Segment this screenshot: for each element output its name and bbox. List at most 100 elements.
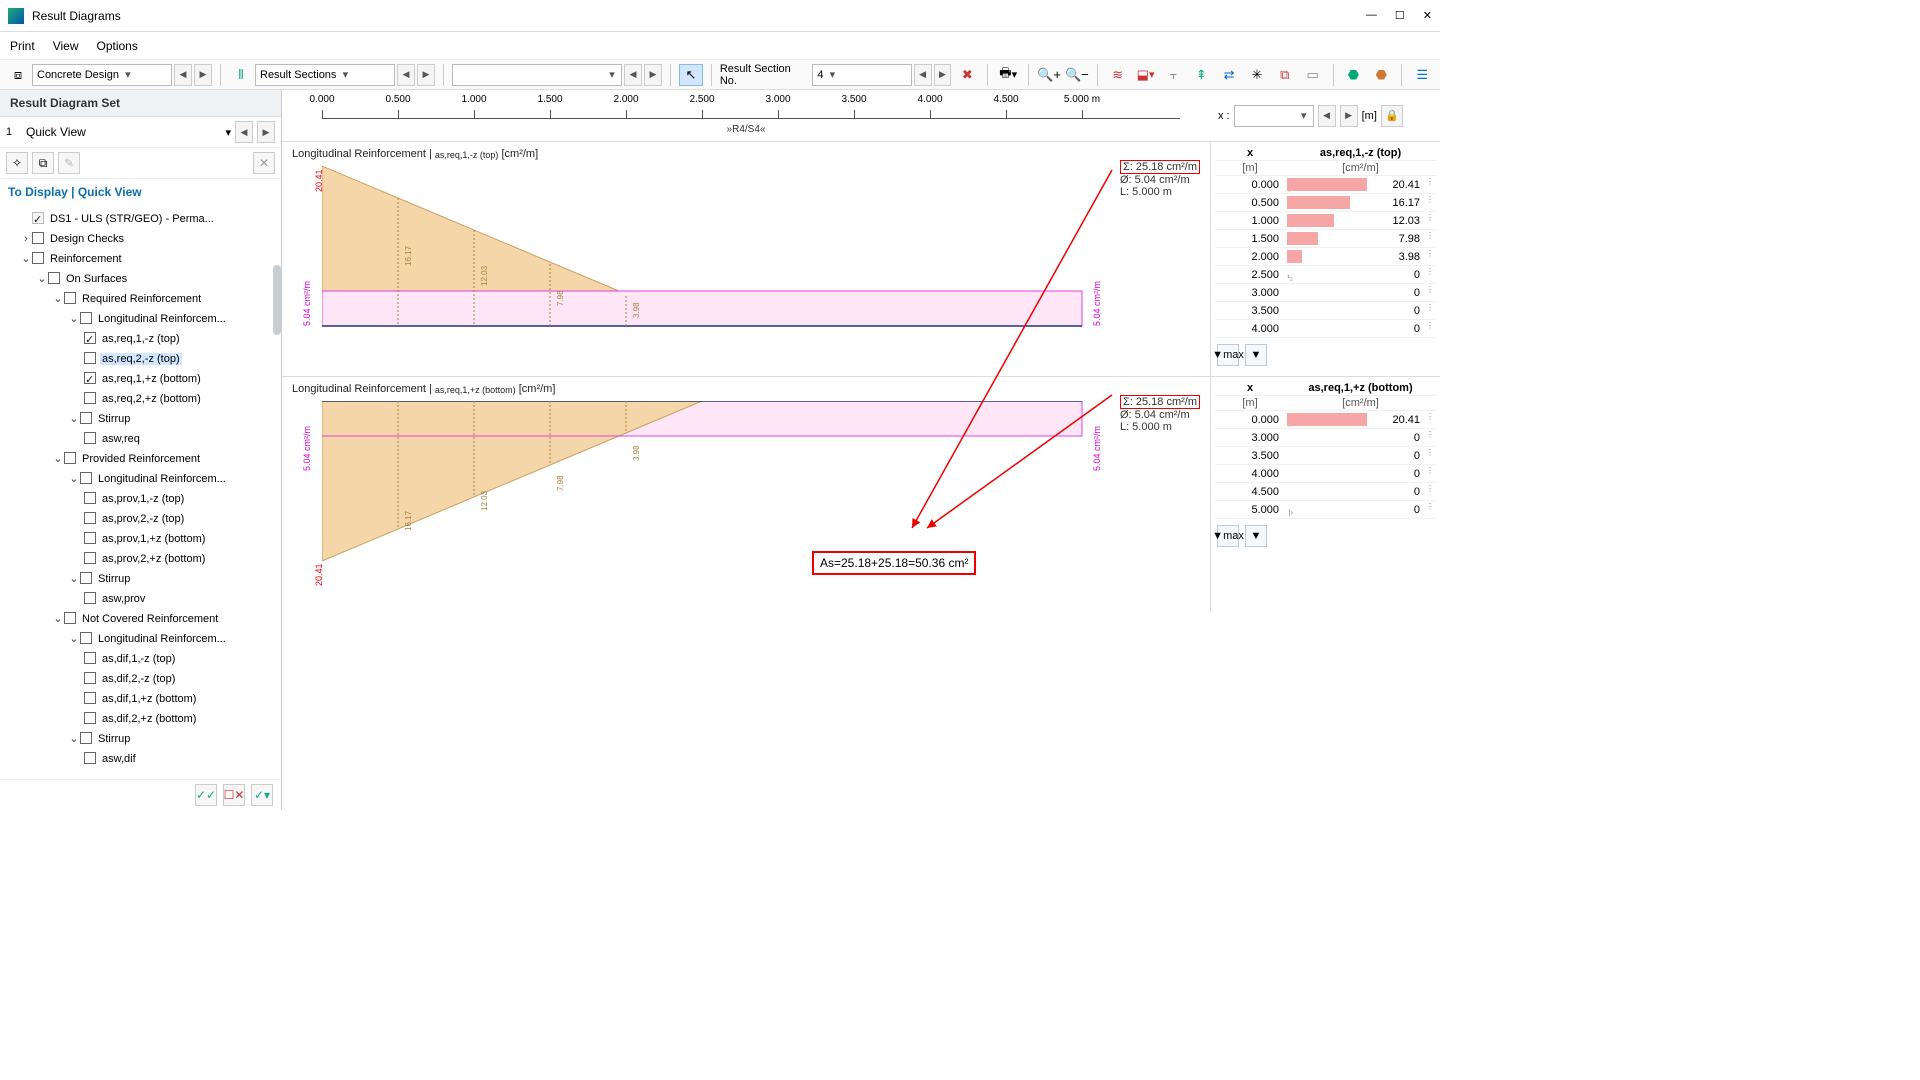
section-prev-button[interactable]: ◀: [914, 64, 932, 86]
funnel-button[interactable]: ▼: [1245, 525, 1267, 547]
tool-g-icon[interactable]: ⧉: [1273, 64, 1297, 86]
maximize-button[interactable]: ☐: [1395, 9, 1405, 22]
checkbox[interactable]: [80, 572, 92, 584]
checkbox[interactable]: [84, 492, 96, 504]
tree-stirrup-p[interactable]: Stirrup: [96, 573, 130, 585]
quickview-select[interactable]: [26, 125, 221, 139]
checkbox[interactable]: [80, 472, 92, 484]
section-next-button[interactable]: ▶: [934, 64, 952, 86]
table-row[interactable]: 3.5000⋮: [1215, 447, 1436, 465]
table-row[interactable]: 5.000|›0⋮: [1215, 501, 1436, 519]
table-row[interactable]: 1.5007.98⋮: [1215, 230, 1436, 248]
checkbox[interactable]: [84, 652, 96, 664]
empty-prev-button[interactable]: ◀: [624, 64, 642, 86]
checkbox[interactable]: [84, 512, 96, 524]
tree-p2[interactable]: as,prov,2,-z (top): [100, 513, 184, 525]
zoom-out-icon[interactable]: 🔍−: [1065, 64, 1089, 86]
tree-on-surfaces[interactable]: On Surfaces: [64, 273, 127, 285]
table-row[interactable]: 3.0000⋮: [1215, 429, 1436, 447]
funnel-button[interactable]: ▼: [1245, 344, 1267, 366]
checkbox[interactable]: [84, 392, 96, 404]
tree-d1[interactable]: as,dif,1,-z (top): [100, 653, 175, 665]
tool-a-icon[interactable]: ≋: [1106, 64, 1130, 86]
checkbox[interactable]: [80, 632, 92, 644]
checkbox[interactable]: [64, 612, 76, 624]
checkbox[interactable]: [80, 412, 92, 424]
tool-k-icon[interactable]: ☰: [1410, 64, 1434, 86]
table-row[interactable]: 4.0000⋮: [1215, 465, 1436, 483]
tree-asw-req[interactable]: asw,req: [100, 433, 140, 445]
tree-d4[interactable]: as,dif,2,+z (bottom): [100, 713, 196, 725]
table-row[interactable]: 4.5000⋮: [1215, 483, 1436, 501]
checkbox[interactable]: [80, 312, 92, 324]
tree-asw-dif[interactable]: asw,dif: [100, 753, 136, 765]
tool-e-icon[interactable]: ⇄: [1217, 64, 1241, 86]
caret-icon[interactable]: ⌄: [52, 449, 64, 469]
tree-reinf[interactable]: Reinforcement: [48, 253, 122, 265]
close-button[interactable]: ✕: [1423, 9, 1432, 22]
checkbox[interactable]: [84, 332, 96, 344]
zoom-in-icon[interactable]: 🔍+: [1037, 64, 1061, 86]
copy-button[interactable]: ⧉: [32, 152, 54, 174]
tree-provided[interactable]: Provided Reinforcement: [80, 453, 200, 465]
caret-icon[interactable]: ›: [20, 229, 32, 249]
sections-select[interactable]: Result Sections ▾: [255, 64, 395, 86]
table-row[interactable]: 0.000|›20.41⋮: [1215, 176, 1436, 194]
x-prev-button[interactable]: ◀: [1318, 105, 1336, 127]
tool-i-icon[interactable]: ⬣: [1342, 64, 1366, 86]
tree-p4[interactable]: as,prov,2,+z (bottom): [100, 553, 205, 565]
checkbox[interactable]: [84, 672, 96, 684]
checkbox[interactable]: [64, 452, 76, 464]
caret-icon[interactable]: ⌄: [52, 289, 64, 309]
checkbox[interactable]: [84, 432, 96, 444]
tree-required[interactable]: Required Reinforcement: [80, 293, 201, 305]
checkbox[interactable]: [84, 532, 96, 544]
empty-next-button[interactable]: ▶: [644, 64, 662, 86]
caret-icon[interactable]: ⌄: [68, 409, 80, 429]
tree-p1[interactable]: as,prov,1,-z (top): [100, 493, 184, 505]
table-row[interactable]: 4.0000⋮: [1215, 320, 1436, 338]
checkbox[interactable]: [64, 292, 76, 304]
funnel-max-button[interactable]: ▼max: [1217, 344, 1239, 366]
lock-button[interactable]: 🔒: [1381, 105, 1403, 127]
checkbox[interactable]: [84, 712, 96, 724]
filter-button[interactable]: ✓▾: [251, 784, 273, 806]
tool-d-icon[interactable]: ⇞: [1189, 64, 1213, 86]
x-next-button[interactable]: ▶: [1340, 105, 1358, 127]
checkbox[interactable]: [84, 592, 96, 604]
tree-r4[interactable]: as,req,2,+z (bottom): [100, 393, 201, 405]
caret-icon[interactable]: ⌄: [68, 309, 80, 329]
minimize-button[interactable]: —: [1366, 9, 1377, 22]
caret-icon[interactable]: ⌄: [52, 609, 64, 629]
checkbox[interactable]: [84, 372, 96, 384]
caret-icon[interactable]: ⌄: [68, 729, 80, 749]
tree-asw-prov[interactable]: asw,prov: [100, 593, 145, 605]
section-no-select[interactable]: 4 ▾: [812, 64, 911, 86]
new-button[interactable]: ✧: [6, 152, 28, 174]
tool-c-icon[interactable]: ⫟: [1162, 64, 1186, 86]
quickview-prev-button[interactable]: ◀: [235, 121, 253, 143]
x-select[interactable]: ▾: [1234, 105, 1314, 127]
tree-ds[interactable]: DS1 - ULS (STR/GEO) - Perma...: [48, 213, 214, 225]
funnel-max-button[interactable]: ▼max: [1217, 525, 1239, 547]
table-row[interactable]: 0.50016.17⋮: [1215, 194, 1436, 212]
cursor-icon[interactable]: ↖: [679, 64, 703, 86]
tree-p3[interactable]: as,prov,1,+z (bottom): [100, 533, 205, 545]
edit-button[interactable]: ✎: [58, 152, 80, 174]
caret-icon[interactable]: ⌄: [20, 249, 32, 269]
design-next-button[interactable]: ▶: [194, 64, 212, 86]
uncheck-all-button[interactable]: ☐✕: [223, 784, 245, 806]
caret-icon[interactable]: ⌄: [68, 469, 80, 489]
tree-longitudinal-p[interactable]: Longitudinal Reinforcem...: [96, 473, 226, 485]
tree-d3[interactable]: as,dif,1,+z (bottom): [100, 693, 196, 705]
tree-d2[interactable]: as,dif,2,-z (top): [100, 673, 175, 685]
table-row[interactable]: 2.0003.98⋮: [1215, 248, 1436, 266]
tool-h-icon[interactable]: ▭: [1301, 64, 1325, 86]
tree-stirrup-d[interactable]: Stirrup: [96, 733, 130, 745]
table-row[interactable]: 0.000|›20.41⋮: [1215, 411, 1436, 429]
quickview-next-button[interactable]: ▶: [257, 121, 275, 143]
tool-f-icon[interactable]: ✳: [1245, 64, 1269, 86]
checkbox[interactable]: [32, 252, 44, 264]
table-row[interactable]: 3.0000⋮: [1215, 284, 1436, 302]
design-prev-button[interactable]: ◀: [174, 64, 192, 86]
